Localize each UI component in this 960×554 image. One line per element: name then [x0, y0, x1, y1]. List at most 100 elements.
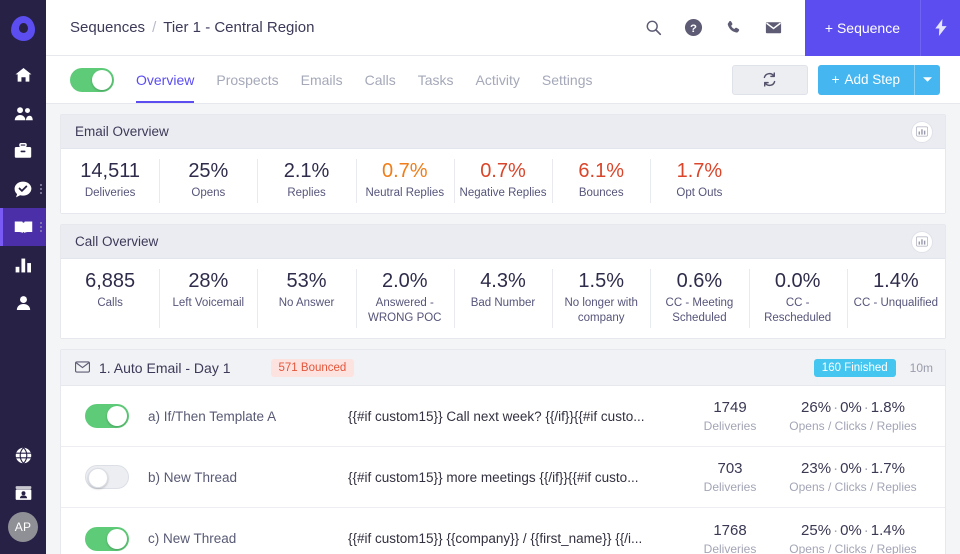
stat-label: Negative Replies	[459, 187, 547, 199]
template-enable-toggle[interactable]	[85, 526, 129, 551]
sidebar-item-profile[interactable]	[0, 284, 46, 322]
breadcrumb-separator: /	[152, 19, 157, 36]
opens-value: 23%	[801, 460, 832, 478]
stat-value: 0.7%	[381, 160, 428, 182]
stat-label: CC - Rescheduled	[764, 297, 832, 324]
template-row[interactable]: c) New Thread {{#if custom15}} {{company}…	[61, 508, 945, 554]
step-title-group: 1. Auto Email - Day 1	[75, 360, 231, 376]
add-step-plus: +	[831, 72, 840, 87]
stat-cc-meeting-scheduled: 0.6% CC - Meeting Scheduled	[650, 259, 748, 338]
deliveries-value: 1749	[713, 399, 747, 417]
replies-value: 1.8%	[870, 399, 905, 417]
step-card: 1. Auto Email - Day 1 571 Bounced 160 Fi…	[60, 349, 946, 554]
sidebar-item-reports[interactable]	[0, 246, 46, 284]
book-icon	[14, 219, 33, 235]
stat-value: 6.1%	[578, 160, 624, 182]
stat-value: 0.0%	[774, 270, 821, 293]
clicks-value: 0%	[840, 460, 862, 478]
tab-bar: Overview Prospects Emails Calls Tasks Activit…	[46, 56, 960, 104]
tab-tasks[interactable]: Tasks	[418, 56, 454, 103]
template-row[interactable]: b) New Thread {{#if custom15}} more meeti…	[61, 447, 945, 509]
replies-value: 1.4%	[870, 521, 905, 539]
bar-chart-icon[interactable]	[911, 230, 933, 253]
breadcrumb-root[interactable]: Sequences	[70, 19, 145, 36]
help-icon[interactable]: ?	[684, 18, 703, 37]
sequence-enable-toggle[interactable]	[70, 67, 114, 92]
call-overview-title: Call Overview	[75, 234, 159, 250]
template-enable-toggle[interactable]	[85, 465, 129, 490]
rates-label: Opens / Clicks / Replies	[789, 541, 917, 554]
stat-negative-replies: 0.7% Negative Replies	[453, 149, 552, 213]
stat-label: Answered - WRONG POC	[368, 297, 442, 324]
sidebar-item-menu-icon[interactable]	[40, 184, 42, 194]
stat-value: 1.4%	[873, 270, 919, 293]
app-window: AP Sequences / Tier 1 - Central Region ?	[0, 0, 960, 554]
template-subject: {{#if custom15}} {{company}} / {{first_n…	[348, 531, 643, 547]
stat-label: Deliveries	[84, 187, 136, 199]
chevron-down-icon[interactable]	[914, 64, 940, 95]
template-name: c) New Thread	[148, 531, 237, 547]
rates-value: 26% · 0% · 1.8%	[801, 399, 905, 417]
tab-prospects[interactable]: Prospects	[216, 56, 278, 103]
tab-settings[interactable]: Settings	[542, 56, 593, 103]
stat-label: No Answer	[278, 297, 335, 310]
svg-text:?: ?	[690, 23, 697, 35]
bar-chart-icon[interactable]	[911, 120, 933, 143]
add-sequence-button[interactable]: + Sequence	[804, 0, 920, 56]
template-rows: a) If/Then Template A {{#if custom15}} Ca…	[61, 386, 945, 554]
call-stats-row: 6,885 Calls 28% Left Voicemail 53% No Answer 2…	[61, 259, 945, 339]
refresh-icon	[763, 72, 776, 87]
main-area: Sequences / Tier 1 - Central Region ? + …	[46, 0, 960, 554]
add-step-button[interactable]: + Add Step	[817, 64, 940, 95]
sidebar-item-home[interactable]	[0, 56, 46, 94]
person-icon	[16, 295, 31, 311]
finished-badge: 160 Finished	[813, 358, 896, 377]
search-icon[interactable]	[645, 19, 662, 36]
mail-icon[interactable]	[764, 18, 783, 37]
deliveries-value: 703	[717, 460, 743, 478]
template-row[interactable]: a) If/Then Template A {{#if custom15}} Ca…	[61, 386, 945, 448]
stat-calls: 6,885 Calls	[61, 259, 159, 338]
template-deliveries: 1768 Deliveries	[687, 522, 773, 554]
step-header: 1. Auto Email - Day 1 571 Bounced 160 Fi…	[61, 350, 945, 387]
tab-overview[interactable]: Overview	[136, 56, 195, 103]
refresh-button[interactable]	[731, 64, 808, 95]
rates-label: Opens / Clicks / Replies	[789, 480, 917, 495]
topbar-icons: ?	[645, 18, 805, 37]
stat-value: 0.7%	[480, 160, 526, 182]
stat-label: Left Voicemail	[172, 297, 245, 310]
app-logo[interactable]	[0, 0, 46, 56]
sidebar-item-accounts[interactable]	[0, 132, 46, 170]
sidebar-nav	[0, 56, 46, 322]
template-deliveries: 703 Deliveries	[687, 460, 773, 494]
template-rates: 23% · 0% · 1.7% Opens / Clicks / Replies	[773, 460, 933, 494]
phone-icon[interactable]	[725, 19, 742, 36]
stat-value: 6,885	[85, 270, 136, 293]
stat-bounces: 6.1% Bounces	[552, 149, 650, 213]
opens-value: 25%	[801, 521, 832, 539]
sidebar-item-contact-card[interactable]	[0, 474, 46, 512]
left-sidebar: AP	[0, 0, 46, 554]
sidebar-item-global[interactable]	[0, 436, 46, 474]
avatar[interactable]: AP	[8, 512, 38, 542]
stat-label: Opens	[191, 187, 226, 199]
sidebar-item-tasks[interactable]	[0, 170, 46, 208]
lightning-bolt-icon[interactable]	[920, 0, 960, 56]
id-card-icon	[15, 485, 32, 501]
sidebar-item-sequences[interactable]	[0, 208, 46, 246]
stat-replies: 2.1% Replies	[257, 149, 355, 213]
tab-activity[interactable]: Activity	[476, 56, 520, 103]
sidebar-item-menu-icon[interactable]	[40, 222, 42, 232]
deliveries-label: Deliveries	[703, 419, 757, 434]
stat-label: Bounces	[578, 187, 624, 199]
tab-calls[interactable]: Calls	[365, 56, 396, 103]
sidebar-item-prospects[interactable]	[0, 94, 46, 132]
tab-emails[interactable]: Emails	[301, 56, 343, 103]
template-deliveries: 1749 Deliveries	[687, 399, 773, 433]
template-name: b) New Thread	[148, 469, 238, 485]
deliveries-value: 1768	[713, 521, 747, 539]
template-enable-toggle[interactable]	[85, 404, 129, 429]
top-bar: Sequences / Tier 1 - Central Region ? + …	[46, 0, 960, 56]
bar-chart-icon	[15, 258, 32, 273]
template-subject: {{#if custom15}} more meetings {{/if}}{{…	[348, 469, 639, 485]
